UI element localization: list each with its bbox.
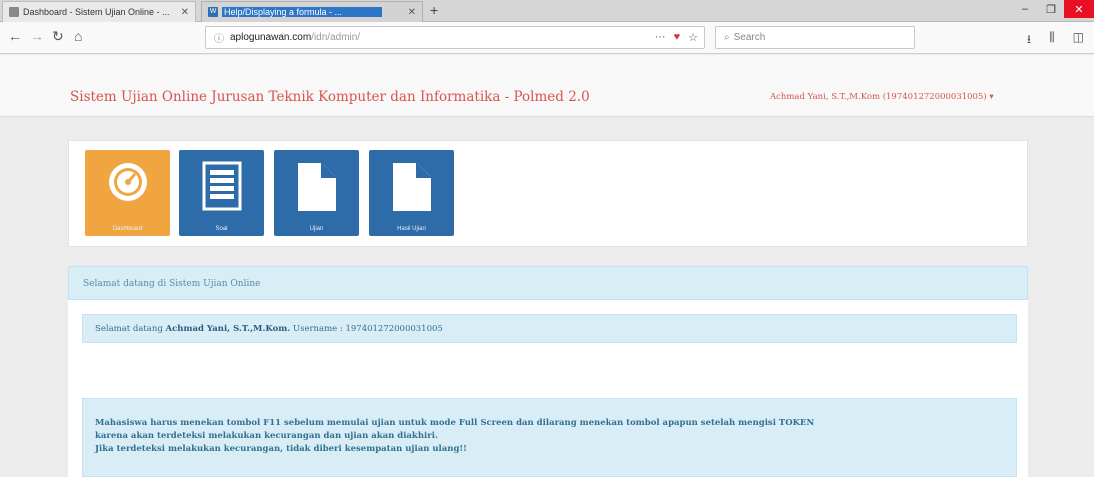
search-placeholder: Search	[733, 32, 766, 43]
pocket-icon[interactable]: ♥	[674, 31, 681, 44]
exam-notice-alert: Mahasiswa harus menekan tombol F11 sebel…	[82, 398, 1017, 477]
username-value: 197401272000031005	[345, 324, 443, 334]
close-tab-icon[interactable]: ✕	[181, 7, 189, 18]
sidebar-icon[interactable]: ◫	[1073, 30, 1084, 51]
notice-line: Jika terdeteksi melakukan kecurangan, ti…	[95, 444, 467, 454]
reload-icon[interactable]: ↻	[52, 28, 64, 45]
greeting-prefix: Selamat datang	[95, 324, 166, 334]
forward-arrow-icon[interactable]: →	[30, 28, 44, 44]
page-actions-button[interactable]: ···	[655, 31, 666, 44]
tile-label: Soal	[215, 226, 228, 232]
minimize-button[interactable]: –	[1012, 0, 1038, 18]
notice-line: karena akan terdeteksi melakukan kecuran…	[95, 431, 438, 441]
maximize-button[interactable]: ❐	[1038, 0, 1064, 18]
close-window-button[interactable]: ✕	[1064, 0, 1094, 18]
tab-title: Help/Displaying a formula - ...	[222, 7, 382, 17]
browser-toolbar: ← → ↻ ⌂ ⓘ aplogunawan.com /idn/admin/ ··…	[0, 22, 1094, 54]
browser-tab-bar: Dashboard - Sistem Ujian Online - ... ✕ …	[0, 0, 1094, 22]
soal-tile[interactable]: Soal	[179, 150, 264, 236]
new-tab-button[interactable]: +	[430, 2, 438, 18]
window-controls: – ❐ ✕	[1012, 0, 1094, 22]
dashboard-tile[interactable]: Dashboard	[85, 150, 170, 236]
bookmark-star-icon[interactable]: ☆	[688, 31, 698, 44]
wiki-favicon-icon: W	[208, 7, 218, 17]
list-icon	[202, 161, 242, 211]
hasil-ujian-tile[interactable]: Hasil Ujian	[369, 150, 454, 236]
search-icon: ⌕	[724, 32, 730, 43]
welcome-panel: Selamat datang di Sistem Ujian Online Se…	[68, 266, 1028, 477]
user-name: Achmad Yani, S.T.,M.Kom.	[165, 324, 291, 334]
url-path: /idn/admin/	[311, 32, 361, 43]
page-favicon-icon	[9, 7, 19, 17]
tile-label: Ujian	[309, 226, 324, 232]
back-arrow-icon[interactable]: ←	[8, 28, 22, 44]
library-icon[interactable]: ⫼	[1049, 30, 1055, 51]
ujian-tile[interactable]: Ujian	[274, 150, 359, 236]
url-domain: aplogunawan.com	[230, 32, 312, 43]
panel-heading: Selamat datang di Sistem Ujian Online	[68, 266, 1028, 300]
user-menu[interactable]: Achmad Yani, S.T.,M.Kom (197401272000031…	[770, 92, 994, 102]
close-tab-icon[interactable]: ✕	[408, 7, 416, 18]
browser-tab-dashboard[interactable]: Dashboard - Sistem Ujian Online - ... ✕	[2, 1, 196, 22]
downloads-icon[interactable]: ⭳	[1027, 30, 1031, 51]
file-icon	[393, 163, 431, 211]
browser-tab-help[interactable]: W Help/Displaying a formula - ... ✕	[201, 1, 423, 22]
menu-tiles-panel: Dashboard Soal Ujian Hasil Ujian	[68, 140, 1028, 247]
tile-label: Hasil Ujian	[397, 226, 426, 232]
search-box[interactable]: ⌕ Search	[715, 26, 915, 49]
site-info-icon[interactable]: ⓘ	[214, 30, 224, 45]
tab-title: Dashboard - Sistem Ujian Online - ...	[23, 7, 170, 17]
greeting-alert: Selamat datang Achmad Yani, S.T.,M.Kom. …	[82, 314, 1017, 343]
site-brand[interactable]: Sistem Ujian Online Jurusan Teknik Kompu…	[70, 89, 590, 105]
home-icon[interactable]: ⌂	[74, 28, 82, 44]
tile-label: Dashboard	[112, 226, 143, 232]
username-label: Username :	[290, 324, 346, 334]
dashboard-icon	[109, 163, 147, 201]
file-icon	[298, 163, 336, 211]
address-bar[interactable]: ⓘ aplogunawan.com /idn/admin/ ··· ♥ ☆	[205, 26, 705, 49]
notice-line: Mahasiswa harus menekan tombol F11 sebel…	[95, 418, 815, 428]
site-navbar: Sistem Ujian Online Jurusan Teknik Kompu…	[0, 55, 1094, 117]
